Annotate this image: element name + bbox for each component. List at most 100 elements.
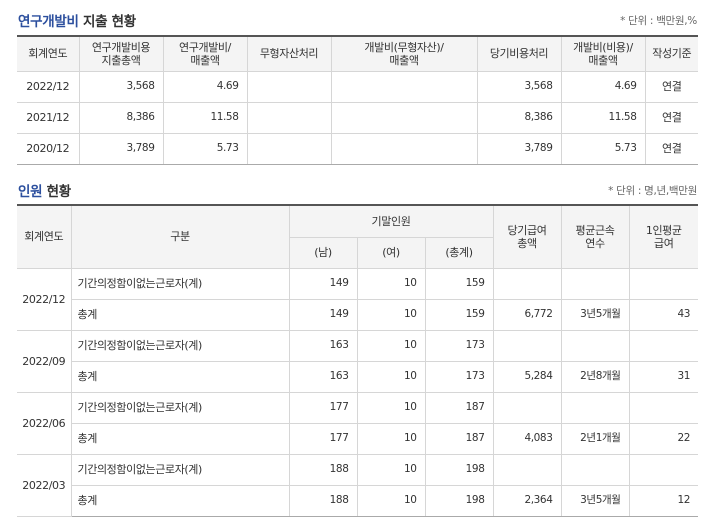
staff-cell-pay-total: 6,772 — [492, 298, 562, 331]
staff-col-male: (남) — [289, 236, 358, 269]
rnd-col-ratio: 연구개발비/ 매출액 — [162, 35, 248, 72]
staff-cell-total: 187 — [424, 391, 494, 424]
table-row: 2022/06 기간의정함이없는근로자(계) 177 10 187 — [17, 391, 698, 455]
staff-cell-male: 163 — [288, 360, 358, 393]
staff-cell-male: 188 — [288, 453, 358, 486]
staff-cell-male: 177 — [288, 422, 358, 455]
staff-cell-pay-avg — [628, 453, 698, 486]
staff-cell-female: 10 — [356, 360, 426, 393]
staff-cell-male: 163 — [288, 329, 358, 362]
staff-col-pay-avg-label: 1인평균 급여 — [645, 223, 682, 250]
staff-cell-tenure — [560, 267, 630, 300]
rnd-col-intangible-ratio: 개발비(무형자산)/ 매출액 — [330, 35, 478, 72]
staff-cell-year: 2022/03 — [17, 453, 72, 517]
staff-cell-female: 10 — [356, 298, 426, 331]
rnd-cell-year: 2022/12 — [17, 70, 80, 103]
staff-cell-pay-avg — [628, 329, 698, 362]
staff-cell-total: 187 — [424, 422, 494, 455]
staff-cell-female: 10 — [356, 453, 426, 486]
staff-cell-year: 2022/12 — [17, 267, 72, 331]
table-row: 2022/12 기간의정함이없는근로자(계) 149 10 159 — [17, 267, 698, 331]
staff-cell-category: 기간의정함이없는근로자(계) — [70, 329, 290, 362]
staff-col-pay-avg: 1인평균 급여 — [628, 204, 698, 269]
rnd-cell-total: 8,386 — [78, 101, 164, 134]
staff-section-title: 인원 현황 — [18, 180, 71, 200]
rnd-cell-ratio: 11.58 — [162, 101, 248, 134]
staff-col-category: 구분 — [70, 204, 290, 269]
rnd-col-ratio-label: 연구개발비/ 매출액 — [179, 40, 231, 67]
staff-cell-total: 173 — [424, 360, 494, 393]
table-row: 2021/12 8,386 11.58 8,386 11.58 연결 — [17, 101, 698, 134]
staff-header-row-1: 회계연도 구분 기말인원 당기급여 총액 평균근속 연수 1인평균 급여 — [17, 204, 698, 269]
table-row: 총계 149 10 159 6,772 3년5개월 43 — [17, 298, 698, 331]
rnd-col-expense: 당기비용처리 — [476, 35, 562, 72]
rnd-col-expense-label: 당기비용처리 — [489, 47, 549, 61]
table-row: 총계 188 10 198 2,364 3년5개월 12 — [17, 484, 698, 517]
staff-col-pay-total-label: 당기급여 총액 — [507, 223, 547, 250]
staff-col-pay-total: 당기급여 총액 — [492, 204, 562, 269]
rnd-col-year: 회계연도 — [17, 35, 80, 72]
staff-cell-total: 159 — [424, 298, 494, 331]
rnd-cell-basis: 연결 — [644, 101, 698, 134]
staff-cell-female: 10 — [356, 484, 426, 517]
rnd-cell-expense: 3,789 — [476, 132, 562, 165]
staff-cell-male: 149 — [288, 267, 358, 300]
staff-cell-female: 10 — [356, 329, 426, 362]
staff-col-tenure: 평균근속 연수 — [560, 204, 630, 269]
staff-cell-female: 10 — [356, 391, 426, 424]
staff-cell-pay-total — [492, 391, 562, 424]
table-row: 2022/12 3,568 4.69 3,568 4.69 연결 — [17, 70, 698, 103]
staff-cell-pay-total — [492, 329, 562, 362]
rnd-cell-expense-ratio: 11.58 — [560, 101, 646, 134]
staff-cell-pay-total — [492, 267, 562, 300]
staff-cell-category: 총계 — [71, 298, 290, 331]
staff-col-headcount: 기말인원 — [288, 204, 494, 238]
rnd-header-row: 회계연도 연구개발비용 지출총액 연구개발비/ 매출액 무형자산처리 개발비(무형자산)… — [17, 35, 698, 72]
staff-cell-category: 기간의정함이없는근로자(계) — [70, 391, 290, 424]
staff-cell-male: 149 — [288, 298, 358, 331]
staff-cell-pay-total: 2,364 — [492, 484, 562, 517]
rnd-col-total: 연구개발비용 지출총액 — [78, 35, 164, 72]
rnd-cell-expense-ratio: 5.73 — [560, 132, 646, 165]
rnd-col-expense-ratio-label: 개발비(비용)/ 매출액 — [573, 40, 633, 67]
rnd-col-intangible-label: 무형자산처리 — [259, 47, 319, 61]
staff-cell-year: 2022/06 — [17, 391, 72, 455]
rnd-cell-intangible — [246, 101, 332, 134]
staff-section-header: 인원 현황 * 단위 : 명,년,백만원 — [18, 180, 697, 200]
rnd-table: 회계연도 연구개발비용 지출총액 연구개발비/ 매출액 무형자산처리 개발비(무형자산)… — [17, 35, 698, 165]
rnd-unit-note: * 단위 : 백만원,% — [620, 15, 697, 27]
rnd-cell-year: 2021/12 — [17, 101, 80, 134]
table-row: 총계 163 10 173 5,284 2년8개월 31 — [17, 360, 698, 393]
staff-cell-pay-avg — [628, 267, 698, 300]
staff-cell-category: 총계 — [71, 484, 290, 517]
staff-cell-total: 198 — [424, 453, 494, 486]
staff-title-rest: 현황 — [42, 184, 72, 200]
staff-cell-total: 159 — [424, 267, 494, 300]
rnd-cell-intangible — [246, 132, 332, 165]
staff-cell-pay-avg — [628, 391, 698, 424]
rnd-cell-basis: 연결 — [644, 132, 698, 165]
staff-col-female: (여) — [356, 236, 426, 269]
table-row: 2020/12 3,789 5.73 3,789 5.73 연결 — [17, 132, 698, 165]
rnd-cell-intangible-ratio — [330, 101, 478, 134]
staff-table: 회계연도 구분 기말인원 당기급여 총액 평균근속 연수 1인평균 급여 (남)… — [17, 204, 698, 517]
staff-cell-tenure — [560, 391, 630, 424]
rnd-col-intangible: 무형자산처리 — [246, 35, 332, 72]
staff-cell-pay-total — [492, 453, 562, 486]
rnd-col-intangible-ratio-label: 개발비(무형자산)/ 매출액 — [364, 40, 444, 67]
staff-cell-tenure: 3년5개월 — [560, 298, 630, 331]
rnd-body: 2022/12 3,568 4.69 3,568 4.69 연결 2021/12 8,386 1… — [17, 70, 698, 165]
staff-cell-year: 2022/09 — [17, 329, 72, 393]
staff-cell-pay-avg: 12 — [628, 484, 698, 517]
rnd-col-basis-label: 작성기준 — [652, 47, 692, 61]
staff-cell-male: 177 — [288, 391, 358, 424]
staff-cell-female: 10 — [356, 422, 426, 455]
staff-col-total: (총계) — [424, 236, 493, 269]
staff-col-year: 회계연도 — [17, 204, 72, 269]
staff-title-accent: 인원 — [18, 184, 43, 200]
staff-col-tenure-label: 평균근속 연수 — [575, 223, 615, 250]
table-row: 2022/09 기간의정함이없는근로자(계) 163 10 173 — [17, 329, 698, 393]
rnd-cell-ratio: 4.69 — [162, 70, 248, 103]
rnd-cell-intangible-ratio — [330, 132, 478, 165]
rnd-title-rest: 지출 현황 — [78, 14, 136, 30]
